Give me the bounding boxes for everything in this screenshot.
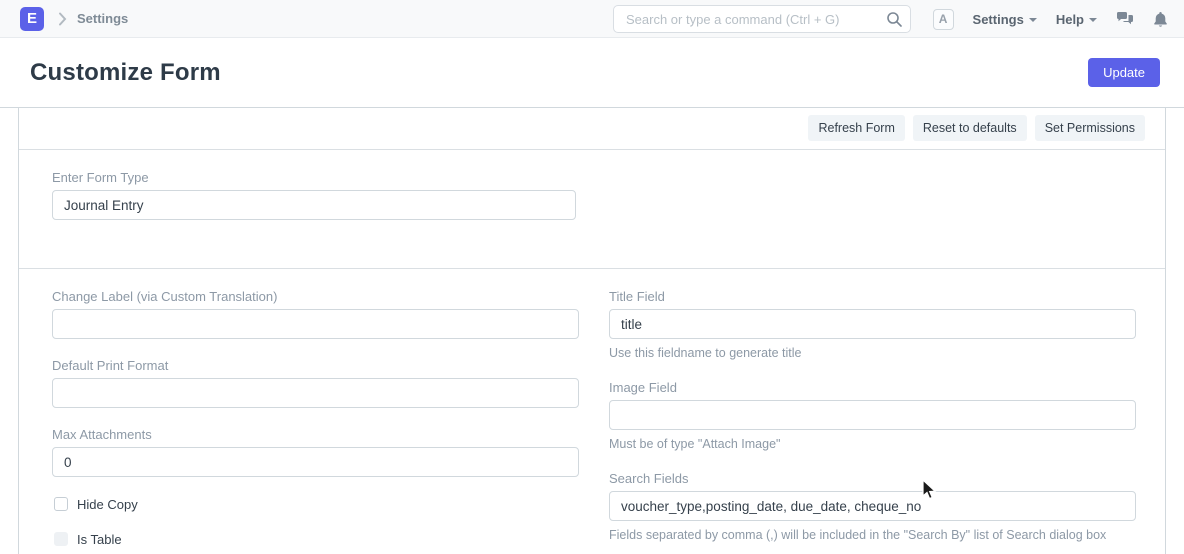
settings-menu[interactable]: Settings — [973, 12, 1037, 27]
chat-icon[interactable] — [1116, 11, 1134, 27]
page-title: Customize Form — [30, 59, 221, 87]
navbar: E Settings A Settings Help — [0, 0, 1184, 38]
change-label-field: Change Label (via Custom Translation) — [52, 289, 579, 339]
default-print-format-input[interactable] — [52, 378, 579, 408]
settings-menu-label: Settings — [973, 12, 1024, 27]
hide-copy-label: Hide Copy — [77, 497, 138, 512]
global-search-input[interactable] — [613, 5, 911, 33]
max-attachments-field: Max Attachments — [52, 427, 579, 477]
search-fields-field: Search Fields Fields separated by comma … — [609, 471, 1136, 543]
form-type-section: Enter Form Type — [19, 150, 1165, 269]
search-fields-input[interactable] — [609, 491, 1136, 521]
form-type-input[interactable] — [52, 190, 576, 220]
chevron-down-icon — [1089, 18, 1097, 22]
max-attachments-label: Max Attachments — [52, 427, 579, 443]
is-table-label: Is Table — [77, 532, 122, 547]
reset-to-defaults-button[interactable]: Reset to defaults — [913, 115, 1027, 141]
navbar-right: A Settings Help — [933, 0, 1168, 38]
form-toolbar: Refresh Form Reset to defaults Set Permi… — [19, 108, 1165, 150]
title-field-label: Title Field — [609, 289, 1136, 305]
default-print-format-label: Default Print Format — [52, 358, 579, 374]
page-head: Customize Form Update — [0, 38, 1184, 108]
is-table-checkbox — [54, 532, 68, 546]
set-permissions-button[interactable]: Set Permissions — [1035, 115, 1145, 141]
update-button[interactable]: Update — [1088, 58, 1160, 87]
title-field-help: Use this fieldname to generate title — [609, 345, 1136, 361]
image-field-input[interactable] — [609, 400, 1136, 430]
mouse-cursor — [920, 479, 938, 501]
notifications-bell-icon[interactable] — [1153, 11, 1168, 28]
max-attachments-input[interactable] — [52, 447, 579, 477]
app-logo[interactable]: E — [20, 7, 44, 31]
change-label-input[interactable] — [52, 309, 579, 339]
breadcrumb-settings[interactable]: Settings — [77, 11, 128, 26]
search-icon — [886, 11, 902, 32]
properties-section: Change Label (via Custom Translation) De… — [19, 269, 1165, 554]
avatar[interactable]: A — [933, 9, 954, 30]
search-fields-label: Search Fields — [609, 471, 1136, 487]
form-type-label: Enter Form Type — [52, 170, 576, 186]
help-menu-label: Help — [1056, 12, 1084, 27]
left-column: Change Label (via Custom Translation) De… — [52, 289, 579, 554]
image-field-label: Image Field — [609, 380, 1136, 396]
image-field-field: Image Field Must be of type "Attach Imag… — [609, 380, 1136, 452]
global-search — [613, 5, 911, 33]
hide-copy-checkbox[interactable] — [54, 497, 68, 511]
help-menu[interactable]: Help — [1056, 12, 1097, 27]
breadcrumb-chevron-icon — [58, 12, 67, 26]
image-field-help: Must be of type "Attach Image" — [609, 436, 1136, 452]
title-field-input[interactable] — [609, 309, 1136, 339]
refresh-form-button[interactable]: Refresh Form — [808, 115, 904, 141]
customize-form-card: Refresh Form Reset to defaults Set Permi… — [18, 108, 1166, 554]
hide-copy-checkbox-row: Hide Copy — [52, 496, 579, 512]
is-table-checkbox-row: Is Table — [52, 531, 579, 547]
default-print-format-field: Default Print Format — [52, 358, 579, 408]
title-field-field: Title Field Use this fieldname to genera… — [609, 289, 1136, 361]
search-fields-help: Fields separated by comma (,) will be in… — [609, 527, 1136, 543]
change-label-label: Change Label (via Custom Translation) — [52, 289, 579, 305]
right-column: Title Field Use this fieldname to genera… — [609, 289, 1136, 554]
chevron-down-icon — [1029, 18, 1037, 22]
form-type-field: Enter Form Type — [52, 170, 576, 220]
